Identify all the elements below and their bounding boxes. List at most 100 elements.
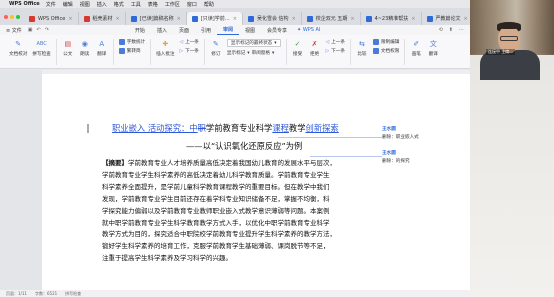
- menubar-item-view[interactable]: 视图: [80, 1, 90, 8]
- close-tab-icon[interactable]: ×: [464, 16, 468, 22]
- document-tab-icon: [130, 15, 137, 22]
- video-call-pane: 连接中 主席…: [470, 0, 554, 297]
- insert-comment-label: 插入批注: [156, 52, 175, 57]
- file-menu-button[interactable]: ≡ 文件: [6, 27, 22, 34]
- menubar-item-help[interactable]: 帮助: [204, 1, 214, 8]
- read-aloud-label: 朗读: [80, 52, 90, 57]
- document-subtitle[interactable]: ——以“认识氧化还原反应”为例: [186, 140, 302, 152]
- official-doc-button[interactable]: ▤ 公文: [62, 39, 74, 57]
- ribbon-tab[interactable]: 视图: [239, 25, 261, 35]
- prev-change-button[interactable]: ◁ 上一条: [325, 39, 345, 46]
- menubar-item-format[interactable]: 格式: [114, 1, 124, 8]
- abstract-line: 注重于提高学生科学素养及学习科学的兴趣。: [102, 253, 372, 265]
- word-count-button[interactable]: 字数统计: [118, 39, 145, 45]
- menubar-app-name[interactable]: WPS Office: [9, 1, 40, 7]
- menubar-item-workspace[interactable]: 工作区: [165, 1, 180, 8]
- abstract-text: 学前教育专业人才培养质量高低决定着我国幼儿教育的发展水平与层次，: [128, 159, 336, 167]
- insert-comment-button[interactable]: ✚ 插入批注: [156, 39, 174, 57]
- ribbon-tab[interactable]: 开始: [129, 25, 151, 35]
- read-aloud-button[interactable]: ◉ 朗读: [79, 39, 91, 57]
- document-tab[interactable]: 校企双元 五期 ×: [302, 12, 361, 25]
- track-changes-button[interactable]: ✎ 修订: [210, 39, 222, 57]
- abstract-text: 就中职学前教育专业学生科学教育教学方式入手，以优化中职学前教育专业科学: [102, 218, 330, 227]
- close-window-icon[interactable]: [4, 14, 8, 19]
- undo-icon[interactable]: ↶: [37, 27, 41, 33]
- abstract-text: 教学方式为目的，探究适合中职院校学前教育专业提升学生科学素养的教学方法，: [102, 230, 336, 239]
- document-tab[interactable]: 稻壳素材 ×: [79, 12, 126, 25]
- menubar-item-edit[interactable]: 编辑: [63, 1, 73, 8]
- review-pane-dropdown[interactable]: 审阅窗格 ▾: [252, 50, 275, 57]
- ribbon-tab[interactable]: 引用: [195, 25, 217, 35]
- abstract-line: 科学素养全面提升，是学前儿童科学教育课程教学的重要目标。但在教学中我们: [102, 182, 372, 194]
- spell-check-label: 拼写检查: [32, 52, 51, 57]
- document-tab[interactable]: 吴化雪会 信构 ×: [243, 12, 302, 25]
- accept-button[interactable]: ✓ 接受: [292, 39, 304, 57]
- ribbon-header: ≡ 文件 ▣ ↶ ↷ 开始 插入 页面 引用 审阅 视图 会员专享 ✦ WPS AI ⟲ ⬆ ⋯: [0, 25, 470, 35]
- close-tab-icon[interactable]: ×: [68, 16, 72, 22]
- show-markup-dropdown[interactable]: 显示标记 ▾: [227, 50, 250, 57]
- next-comment-button[interactable]: ▷ 下一条: [180, 48, 199, 55]
- comment-connector-line: [310, 156, 382, 157]
- ribbon-tab[interactable]: 页面: [173, 25, 195, 35]
- ribbon-tab[interactable]: 会员专享: [261, 25, 293, 35]
- abstract-line: 发现，学前教育专业学生目前还存在着学科专业知识储备不足，掌握不均衡，科: [102, 194, 372, 206]
- zoom-window-icon[interactable]: [16, 14, 20, 19]
- share-icon[interactable]: ⬆: [449, 27, 453, 33]
- wps-ai-button[interactable]: ✦ WPS AI: [297, 27, 320, 33]
- menubar-item-tools[interactable]: 工具: [131, 1, 141, 8]
- spell-check-icon: ABC: [36, 41, 47, 47]
- document-tab[interactable]: 严教篇论文 ×: [422, 12, 474, 25]
- document-page[interactable]: 职业嵌入 活动探究：中职学前教育专业科学课程教学创新探索 ——以“认识氧化还原反…: [42, 74, 470, 297]
- official-doc-label: 公文: [63, 52, 73, 57]
- document-proofread-button[interactable]: ✎ 文档校对: [9, 39, 27, 57]
- document-title[interactable]: 职业嵌入 活动探究：中职学前教育专业科学课程教学创新探索: [112, 122, 339, 134]
- pen-button[interactable]: ✐ 画笔: [410, 39, 422, 57]
- abstract-paragraph[interactable]: 【摘要】学前教育专业人才培养质量高低决定着我国幼儿教育的发展水平与层次， 学前教育…: [102, 158, 372, 265]
- redo-icon[interactable]: ↷: [45, 27, 49, 33]
- prev-change-icon: ◁: [325, 39, 330, 45]
- save-icon[interactable]: ▣: [28, 27, 33, 33]
- document-tab[interactable]: WPS Office ×: [24, 12, 79, 25]
- minimize-window-icon[interactable]: [10, 14, 14, 19]
- close-tab-icon[interactable]: ×: [411, 16, 415, 22]
- translate-doc-button[interactable]: 文翻译: [427, 39, 439, 57]
- close-tab-icon[interactable]: ×: [350, 16, 354, 22]
- inserted-text: 创新探索: [305, 123, 339, 133]
- menubar-item-file[interactable]: 文件: [46, 1, 56, 8]
- translate-doc-label: 翻译: [428, 52, 438, 57]
- toolbar-group-accept: ✓ 接受 ✗ 拒绝 ◁ 上一条 ▷ 下一条: [287, 39, 351, 65]
- document-tab-icon: [247, 15, 254, 22]
- compare-button[interactable]: ⇆ 比较: [356, 39, 368, 57]
- abstract-line: 学前教育专业学生科学素养的高低决定着幼儿科学教育质量。学前教育专业学生: [102, 170, 372, 182]
- doc-permission-button[interactable]: 文档权限: [372, 48, 399, 54]
- trad-simp-button[interactable]: 繁转简: [118, 48, 145, 54]
- ribbon-tab[interactable]: 审阅: [216, 25, 239, 35]
- close-tab-icon[interactable]: ×: [233, 16, 237, 22]
- prev-comment-button[interactable]: ◁ 上一条: [180, 39, 199, 46]
- document-tab[interactable]: 4~23精准帮扶 ×: [361, 12, 422, 25]
- close-tab-icon[interactable]: ×: [116, 16, 120, 22]
- spell-check-status[interactable]: 拼写检查: [65, 291, 81, 297]
- markup-state-dropdown[interactable]: 显示标记的最终状态 ▾: [226, 39, 281, 47]
- lock-icon: [372, 39, 379, 45]
- menubar-item-window[interactable]: 窗口: [187, 1, 197, 8]
- history-icon[interactable]: ⟲: [439, 27, 443, 33]
- ribbon-tab[interactable]: 插入: [151, 25, 173, 35]
- page-indicator[interactable]: 页面：1/11: [6, 291, 27, 297]
- person-hair-top: [497, 22, 521, 29]
- document-tab[interactable]: [只读]学前… ×: [186, 12, 243, 25]
- menubar-item-table[interactable]: 表格: [148, 1, 158, 8]
- abstract-text: 学探究能力偏弱以及学前教育专业教师职业嵌入式教学意识薄弱等问题。本案例: [102, 206, 330, 215]
- word-count-status[interactable]: 字数：6521: [35, 291, 57, 297]
- close-tab-icon[interactable]: ×: [292, 16, 296, 22]
- document-tab[interactable]: [已读]篇稿名称 ×: [126, 12, 187, 25]
- more-icon[interactable]: ⋯: [459, 27, 464, 33]
- spell-check-button[interactable]: ABC 拼写检查: [32, 39, 50, 57]
- close-tab-icon[interactable]: ×: [177, 16, 181, 22]
- toolbar-group-revision: ✎ 修订 显示标记的最终状态 ▾ 显示标记 ▾ 审阅窗格 ▾: [205, 39, 287, 65]
- next-change-button[interactable]: ▷ 下一条: [326, 48, 345, 55]
- restrict-edit-button[interactable]: 限制编辑: [372, 39, 399, 45]
- reject-button[interactable]: ✗ 拒绝: [309, 39, 321, 57]
- translate-button[interactable]: A 翻译: [96, 39, 108, 57]
- menubar-item-insert[interactable]: 插入: [97, 1, 107, 8]
